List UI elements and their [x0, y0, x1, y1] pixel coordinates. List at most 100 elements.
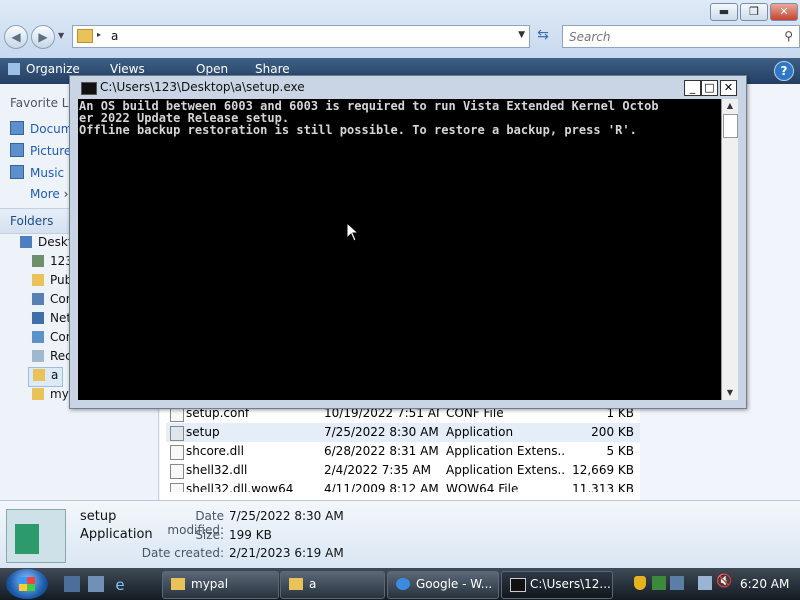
desktop-icon [20, 236, 32, 248]
file-date: 6/28/2022 8:31 AM [324, 444, 439, 458]
taskbar-item-console[interactable]: C:\Users\12... [501, 571, 613, 599]
explorer-title-bar: ▬ ❐ ✕ ◀ ▶ ▼ ▸ a ▼ ⇆ ⚲ [0, 0, 800, 58]
views-button[interactable]: Views [110, 62, 145, 76]
file-list: setup.conf 10/19/2022 7:51 AM CONF File … [160, 398, 640, 500]
favorite-more[interactable]: More › [30, 187, 68, 205]
application-thumbnail-icon [6, 509, 66, 563]
file-size: 5 KB [606, 444, 634, 458]
search-input[interactable] [567, 28, 771, 46]
open-label: Open [196, 62, 229, 76]
recycle-bin-icon [32, 350, 44, 362]
console-minimize-button[interactable]: _ [684, 80, 701, 96]
scroll-down-icon[interactable]: ▼ [722, 386, 738, 400]
windows-logo-icon [19, 577, 35, 591]
file-size: 200 KB [591, 425, 634, 439]
console-maximize-button[interactable]: □ [701, 80, 718, 96]
forward-button[interactable]: ▶ [31, 25, 55, 49]
scroll-thumb[interactable] [723, 114, 738, 138]
breadcrumb-arrow-icon[interactable]: ▸ [97, 30, 101, 39]
size-value: 199 KB [229, 528, 272, 542]
open-button[interactable]: Open [196, 62, 228, 76]
back-button[interactable]: ◀ [4, 25, 28, 49]
browser-icon [396, 578, 410, 590]
console-close-button[interactable]: ✕ [720, 80, 737, 96]
views-label: Views [110, 62, 145, 76]
file-row[interactable]: shell32.dll 2/4/2022 7:35 AM Application… [166, 461, 640, 480]
file-type: Application Extens... [446, 463, 564, 477]
favorite-label: More [30, 187, 60, 201]
tray-app-icon[interactable] [670, 576, 684, 590]
folder-icon [33, 369, 45, 381]
help-button[interactable]: ? [774, 61, 794, 81]
switch-windows-icon[interactable] [88, 576, 104, 592]
size-label: Size: [195, 528, 224, 542]
dll-file-icon [170, 464, 184, 479]
minimize-button[interactable]: ▬ [710, 3, 738, 21]
folder-icon [77, 29, 93, 43]
tree-item-a[interactable]: a [28, 367, 64, 387]
search-icon[interactable]: ⚲ [784, 29, 793, 43]
pictures-icon [10, 143, 24, 157]
organize-button[interactable]: Organize [8, 62, 80, 76]
music-icon [10, 165, 24, 179]
favorite-label: Music [30, 166, 65, 180]
taskbar-item-a[interactable]: a [280, 571, 385, 599]
file-row[interactable]: shcore.dll 6/28/2022 8:31 AM Application… [166, 442, 640, 461]
tree-label: a [51, 368, 59, 382]
show-desktop-icon[interactable] [64, 576, 80, 592]
console-title: C:\Users\123\Desktop\a\setup.exe [100, 80, 305, 94]
maximize-button[interactable]: ❐ [740, 3, 768, 21]
scroll-up-icon[interactable]: ▲ [722, 99, 738, 113]
address-bar[interactable]: ▸ a ▼ [72, 25, 530, 48]
close-button[interactable]: ✕ [770, 3, 798, 21]
file-type: WOW64 File [446, 482, 519, 492]
clock[interactable]: 6:20 AM [740, 577, 789, 591]
tray-app-icon[interactable] [652, 576, 666, 590]
dll-file-icon [170, 445, 184, 460]
date-created-value: 2/21/2023 6:19 AM [229, 546, 344, 560]
file-name: shell32.dll [186, 463, 248, 477]
folder-icon [171, 578, 185, 590]
file-size: 12,669 KB [572, 463, 634, 477]
favorite-pictures[interactable]: Pictures [10, 143, 78, 161]
file-date: 4/11/2009 8:12 AM [324, 482, 439, 492]
file-date: 2/4/2022 7:35 AM [324, 463, 432, 477]
folder-icon [289, 578, 303, 590]
internet-explorer-icon[interactable]: e [112, 576, 128, 594]
file-row-selected[interactable]: setup 7/25/2022 8:30 AM Application 200 … [166, 423, 640, 442]
share-button[interactable]: Share [255, 62, 290, 76]
console-icon [510, 578, 526, 592]
folder-icon [32, 388, 44, 400]
file-type: Application [446, 425, 514, 439]
security-shield-icon[interactable] [634, 576, 646, 590]
task-label: Google - W... [416, 577, 493, 591]
chevron-right-icon: › [63, 187, 69, 201]
volume-muted-icon[interactable]: 🔇 [716, 574, 732, 589]
refresh-button[interactable]: ⇆ [533, 25, 553, 46]
console-window[interactable]: C:\Users\123\Desktop\a\setup.exe _ □ ✕ A… [69, 75, 747, 409]
chevron-down-icon[interactable]: ▼ [518, 30, 525, 40]
file-name: shell32.dll.wow64 [186, 482, 294, 492]
taskbar-item-browser[interactable]: Google - W... [387, 571, 499, 599]
file-row[interactable]: shell32.dll.wow64 4/11/2009 8:12 AM WOW6… [166, 480, 640, 492]
task-label: a [309, 577, 317, 591]
share-label: Share [255, 62, 290, 76]
favorite-music[interactable]: Music [10, 165, 64, 183]
start-button[interactable] [6, 569, 48, 599]
console-scrollbar[interactable]: ▲ ▼ [721, 99, 738, 400]
console-line: Offline backup restoration is still poss… [79, 123, 637, 137]
task-label: mypal [191, 577, 229, 591]
address-text: a [111, 29, 119, 43]
folder-icon [32, 274, 44, 286]
details-pane: setup Application Date modified: 7/25/20… [0, 500, 800, 569]
organize-icon [8, 63, 20, 75]
taskbar-item-mypal[interactable]: mypal [162, 571, 279, 599]
taskbar: e mypal a Google - W... C:\Users\12... 🔇… [0, 568, 800, 600]
recent-pages-icon[interactable]: ▼ [58, 31, 64, 40]
network-icon[interactable] [698, 576, 712, 590]
search-box[interactable]: ⚲ [562, 25, 800, 48]
organize-label: Organize [26, 62, 80, 76]
details-name: setup [80, 509, 117, 524]
console-output[interactable]: An OS build between 6003 and 6003 is req… [78, 99, 721, 400]
tree-item-123[interactable]: 123 [32, 254, 73, 272]
